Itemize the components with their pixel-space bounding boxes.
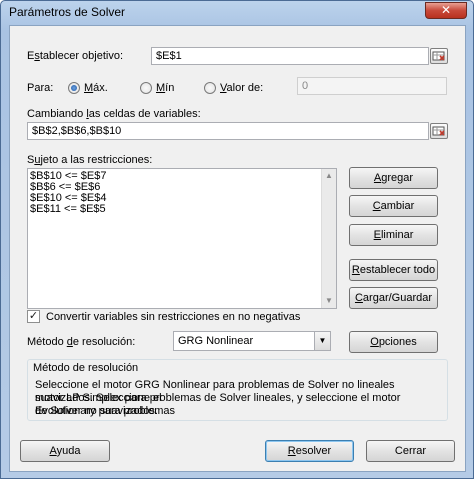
- objective-input[interactable]: $E$1: [151, 47, 429, 65]
- method-group-title: Método de resolución: [33, 362, 139, 374]
- method-description-line: de Solver no suavizados.: [35, 405, 158, 417]
- options-button[interactable]: Opciones: [349, 331, 438, 353]
- changing-range-select-button[interactable]: [430, 123, 448, 139]
- max-radio[interactable]: [68, 82, 80, 94]
- change-button[interactable]: Cambiar: [349, 195, 438, 217]
- nonneg-label[interactable]: Convertir variables sin restricciones en…: [46, 311, 300, 323]
- dialog-body: Establecer objetivo: $E$1 Para: Máx. Mín…: [9, 25, 466, 472]
- range-select-icon: [432, 51, 445, 61]
- chevron-down-icon[interactable]: ▼: [314, 332, 330, 350]
- value-of-label[interactable]: Valor de:: [220, 82, 263, 94]
- changing-cells-label: Cambiando las celdas de variables:: [27, 108, 201, 120]
- method-groupbox: Método de resolución Seleccione el motor…: [27, 359, 448, 421]
- nonneg-checkbox[interactable]: ✓: [27, 310, 40, 323]
- method-selected-value: GRG Nonlinear: [178, 335, 254, 347]
- scroll-up-icon[interactable]: ▲: [322, 169, 336, 183]
- scroll-down-icon[interactable]: ▼: [322, 294, 336, 308]
- min-label[interactable]: Mín: [156, 82, 174, 94]
- max-label[interactable]: Máx.: [84, 82, 108, 94]
- title-bar[interactable]: Parámetros de Solver ✕: [1, 1, 473, 25]
- changing-cells-input[interactable]: $B$2,$B$6,$B$10: [27, 122, 429, 140]
- objective-label: Establecer objetivo:: [27, 50, 124, 62]
- help-button[interactable]: Ayuda: [20, 440, 110, 462]
- window-title: Parámetros de Solver: [9, 5, 126, 19]
- constraints-label: Sujeto a las restricciones:: [27, 154, 153, 166]
- min-radio[interactable]: [140, 82, 152, 94]
- reset-all-button[interactable]: Restablecer todo: [349, 259, 438, 281]
- close-button[interactable]: Cerrar: [366, 440, 455, 462]
- objective-range-select-button[interactable]: [430, 48, 448, 64]
- constraint-item[interactable]: $E$11 <= $E$5: [28, 204, 336, 215]
- range-select-icon: [432, 126, 445, 136]
- delete-button[interactable]: Eliminar: [349, 224, 438, 246]
- value-of-input[interactable]: 0: [297, 77, 447, 95]
- load-save-button[interactable]: Cargar/Guardar: [349, 287, 438, 309]
- method-label: Método de resolución:: [27, 336, 136, 348]
- solver-dialog: Parámetros de Solver ✕ Establecer objeti…: [0, 0, 474, 479]
- to-label: Para:: [27, 82, 54, 94]
- solve-button[interactable]: Resolver: [265, 440, 354, 462]
- method-select[interactable]: GRG Nonlinear ▼: [173, 331, 331, 351]
- constraints-list[interactable]: $B$10 <= $E$7 $B$6 <= $E$6 $E$10 <= $E$4…: [27, 168, 337, 309]
- close-window-button[interactable]: ✕: [425, 2, 467, 19]
- value-of-radio[interactable]: [204, 82, 216, 94]
- constraints-scrollbar[interactable]: ▲ ▼: [321, 169, 336, 308]
- add-button[interactable]: Agregar: [349, 167, 438, 189]
